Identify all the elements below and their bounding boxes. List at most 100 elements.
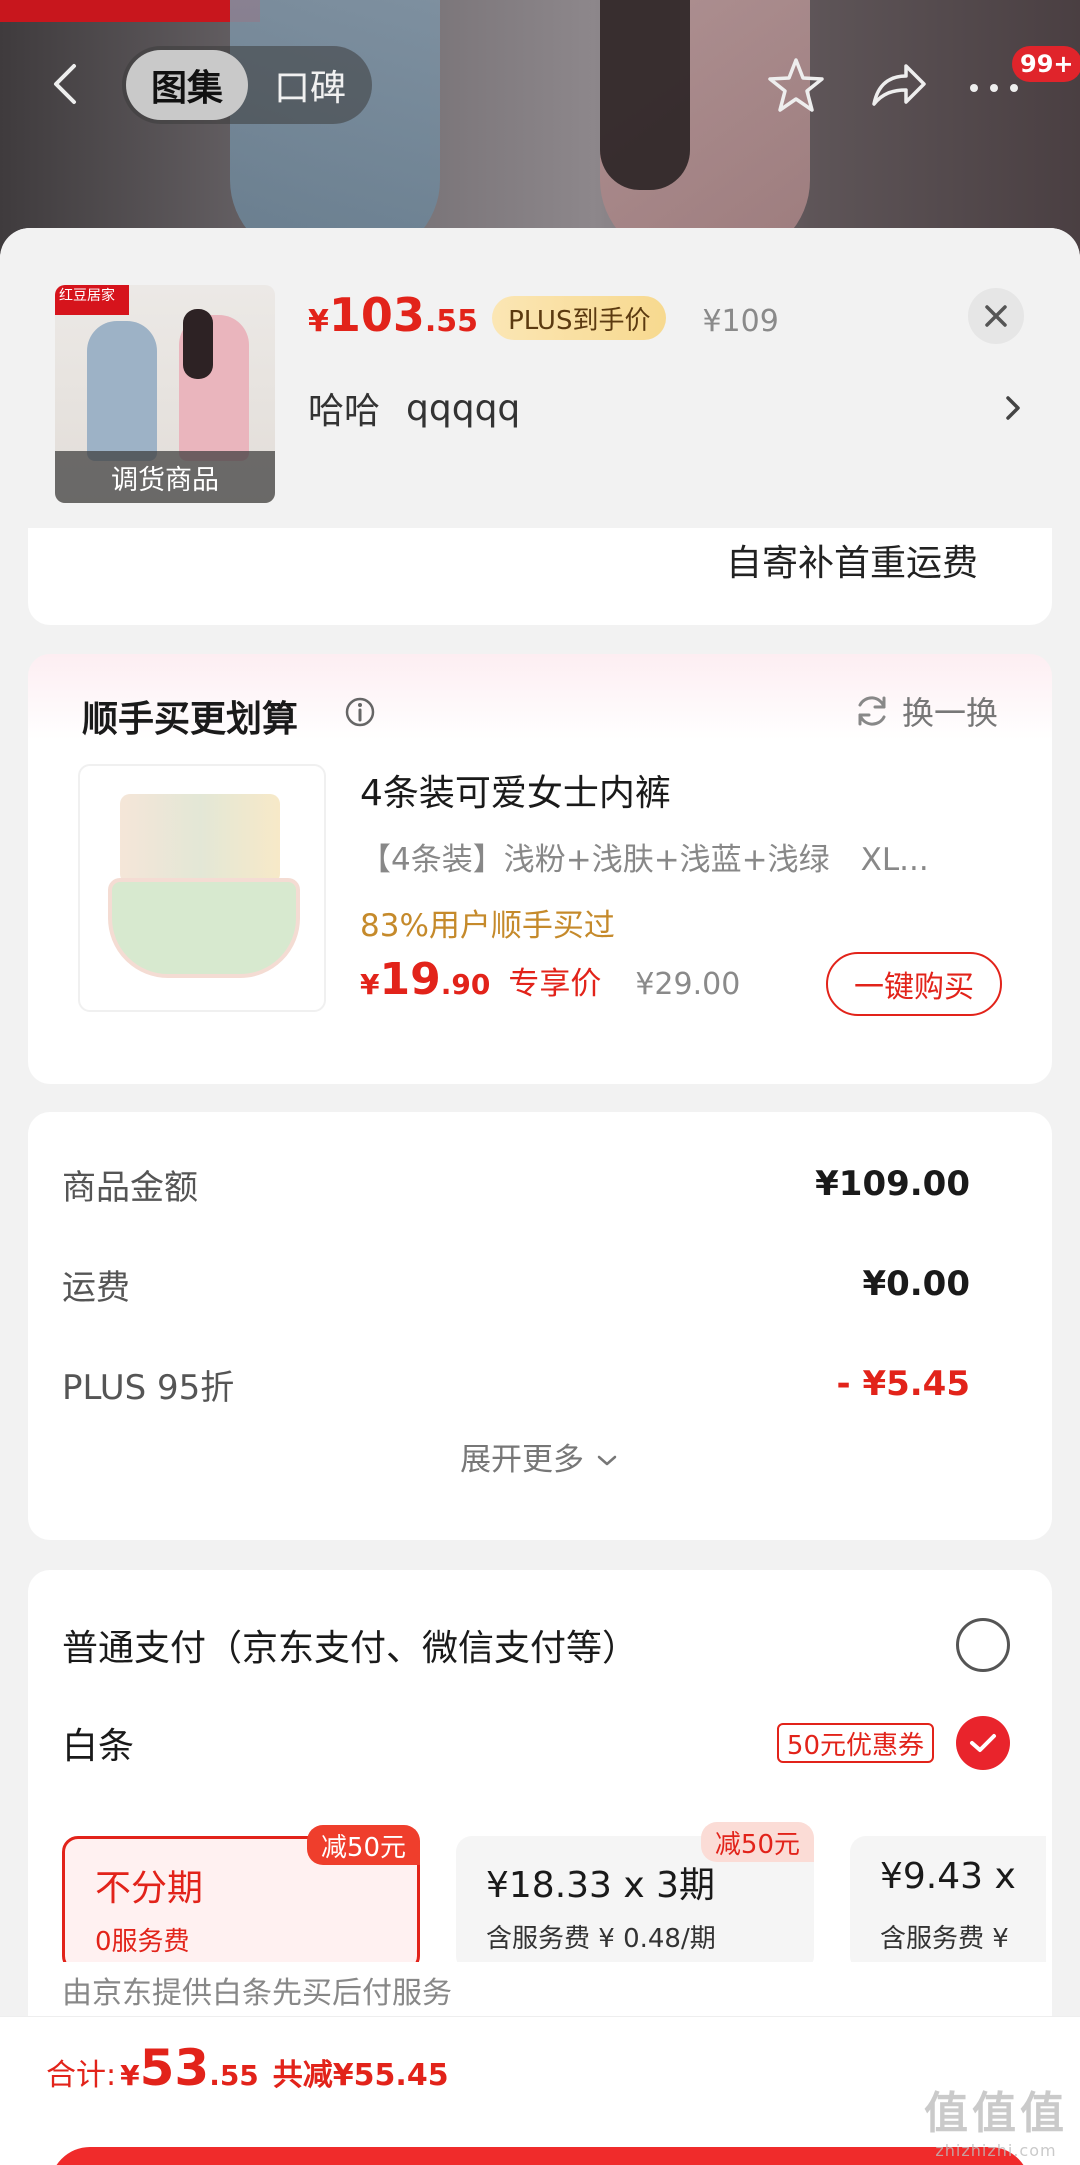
bundle-image-packs (120, 794, 280, 884)
watermark-logo: 值值值 (924, 2088, 1068, 2139)
plan-title: 不分期 (95, 1868, 204, 1909)
back-button[interactable] (46, 62, 86, 106)
watermark-url: zhizhizhi.com (935, 2141, 1057, 2160)
plan-subtitle: 0服务费 (95, 1927, 190, 1957)
gallery-brand-banner (0, 0, 260, 22)
payment-normal-radio[interactable] (956, 1618, 1010, 1672)
plan-title: ¥9.43 x (880, 1856, 1016, 1897)
shipping-note: 自寄补首重运费 (725, 543, 978, 584)
share-icon (872, 64, 926, 106)
summary-label: 商品金额 (62, 1167, 198, 1208)
bundle-item-name[interactable]: 4条装可爱女士内裤 (360, 764, 671, 816)
price-decimal: .55 (424, 304, 479, 339)
baitiao-coupon-badge: 50元优惠券 (776, 1723, 934, 1763)
one-click-buy-button[interactable]: 一键购买 (826, 952, 1002, 1016)
summary-value: ¥109.00 (815, 1164, 970, 1204)
chevron-down-icon (597, 1455, 617, 1466)
installment-plans: 减50元 不分期 0服务费 减50元 ¥18.33 x 3期 含服务费 ¥ 0.… (62, 1822, 1046, 1962)
total-decimal: .55 (209, 2059, 259, 2092)
bundle-price-row: ¥19.90 专享价 ¥29.00 (360, 954, 740, 1014)
bundle-original-price: ¥29.00 (635, 967, 741, 1002)
plan-subtitle: 含服务费 ¥ 0.48/期 (486, 1924, 716, 1954)
spec-label: 哈哈 (308, 391, 381, 432)
plus-price-tag: PLUS到手价 (492, 296, 667, 340)
product-header: 红豆居家 调货商品 ¥103.55 PLUS到手价 ¥109 哈哈 qqqqq (0, 228, 1080, 528)
product-price-row: ¥103.55 PLUS到手价 ¥109 (308, 288, 779, 348)
price-symbol: ¥ (308, 304, 329, 339)
close-icon (985, 305, 1007, 327)
product-price: ¥103.55 (308, 288, 478, 342)
plan-discount-tag: 减50元 (306, 1825, 420, 1865)
tab-reviews[interactable]: 口碑 (254, 50, 366, 120)
message-badge: 99+ (1012, 46, 1080, 82)
plan-title: ¥18.33 x 3期 (486, 1865, 716, 1906)
tab-gallery[interactable]: 图集 (126, 50, 248, 120)
bundle-recommend-card: 顺手买更划算 换一换 4条装可爱女士内裤 【4条装】浅粉+浅肤+浅蓝+浅绿 XL… (28, 654, 1052, 1084)
bundle-price: ¥19.90 (360, 954, 490, 1005)
payment-option-normal[interactable]: 普通支付（京东支付、微信支付等） (62, 1610, 1042, 1680)
payment-baitiao-label: 白条 (62, 1726, 135, 1767)
summary-row-goods: 商品金额 ¥109.00 (62, 1154, 1012, 1214)
thumbnail-brand-tag: 红豆居家 (55, 285, 129, 315)
share-button[interactable] (866, 54, 930, 118)
thumbnail-model-hair (183, 309, 213, 379)
product-thumbnail[interactable]: 红豆居家 调货商品 (55, 285, 275, 503)
spec-value: qqqqq (406, 387, 521, 429)
gallery-model-left (230, 0, 440, 260)
installment-plan-none[interactable]: 减50元 不分期 0服务费 (62, 1825, 420, 1962)
swap-label: 换一换 (901, 694, 998, 732)
bundle-price-decimal: .90 (440, 968, 491, 1001)
installment-plan-3[interactable]: 减50元 ¥18.33 x 3期 含服务费 ¥ 0.48/期 (456, 1822, 814, 1962)
swap-button[interactable]: 换一换 (854, 686, 998, 736)
checkout-bottom-bar: 合计: ¥53.55 共减¥55.45 值值值 zhizhizhi.com (0, 2016, 1080, 2165)
site-watermark: 值值值 zhizhizhi.com (924, 2077, 1068, 2160)
total-discount: 共减¥55.45 (272, 2058, 449, 2093)
price-integer: 103 (328, 288, 425, 342)
close-button[interactable] (968, 288, 1024, 344)
baitiao-service-note: 由京东提供白条先买后付服务 (62, 1976, 452, 2011)
installment-plan-6[interactable]: ¥9.43 x 含服务费 ¥ (850, 1836, 1046, 1962)
thumbnail-caption: 调货商品 (55, 451, 275, 503)
bundle-price-integer: 19 (379, 954, 441, 1005)
payment-normal-label: 普通支付（京东支付、微信支付等） (62, 1628, 639, 1669)
chevron-left-icon (54, 64, 76, 104)
expand-more-button[interactable]: 展开更多 (28, 1434, 1052, 1479)
bundle-image-item (108, 878, 300, 978)
star-icon (768, 58, 824, 112)
bundle-item-image[interactable] (78, 764, 326, 1012)
chevron-right-icon (1006, 396, 1020, 420)
checkmark-icon (970, 1734, 996, 1752)
plan-discount-tag: 减50元 (700, 1822, 814, 1862)
info-icon[interactable] (344, 696, 376, 728)
bundle-bought-rate: 83%用户顺手买过 (360, 908, 615, 944)
expand-more-label: 展开更多 (460, 1442, 585, 1478)
summary-label: PLUS 95折 (62, 1367, 235, 1408)
summary-row-plus-discount: PLUS 95折 - ¥5.45 (62, 1354, 1012, 1414)
total-label: 合计: (46, 2058, 117, 2093)
summary-value: - ¥5.45 (836, 1364, 971, 1404)
refresh-icon (858, 696, 886, 726)
thumbnail-model-left (87, 321, 157, 461)
bundle-price-symbol: ¥ (360, 968, 380, 1001)
submit-order-button[interactable] (50, 2147, 1030, 2165)
bundle-item-sku: 【4条装】浅粉+浅肤+浅蓝+浅绿 XL... (360, 842, 929, 878)
favorite-button[interactable] (764, 54, 828, 118)
bundle-exclusive-label: 专享价 (508, 966, 602, 1002)
payment-option-baitiao[interactable]: 白条 50元优惠券 (62, 1708, 1042, 1778)
price-summary-card: 商品金额 ¥109.00 运费 ¥0.00 PLUS 95折 - ¥5.45 展… (28, 1112, 1052, 1540)
payment-baitiao-radio[interactable] (956, 1716, 1010, 1770)
gallery-tab-switcher: 图集 口碑 (122, 46, 372, 124)
order-total: 合计: ¥53.55 共减¥55.45 (46, 2039, 449, 2097)
bundle-title: 顺手买更划算 (82, 699, 299, 740)
shipping-card: 自寄补首重运费 (28, 528, 1052, 625)
checkout-sheet: 红豆居家 调货商品 ¥103.55 PLUS到手价 ¥109 哈哈 qqqqq (0, 228, 1080, 2165)
spec-selector[interactable]: 哈哈 qqqqq (308, 378, 1028, 438)
original-price: ¥109 (702, 304, 779, 339)
top-navigation: 图集 口碑 99+ (0, 40, 1080, 130)
total-integer: 53 (139, 2039, 210, 2097)
plan-subtitle: 含服务费 ¥ (880, 1924, 1009, 1954)
total-symbol: ¥ (120, 2059, 140, 2092)
summary-value: ¥0.00 (862, 1264, 970, 1304)
summary-label: 运费 (62, 1267, 130, 1308)
summary-row-shipping: 运费 ¥0.00 (62, 1254, 1012, 1314)
